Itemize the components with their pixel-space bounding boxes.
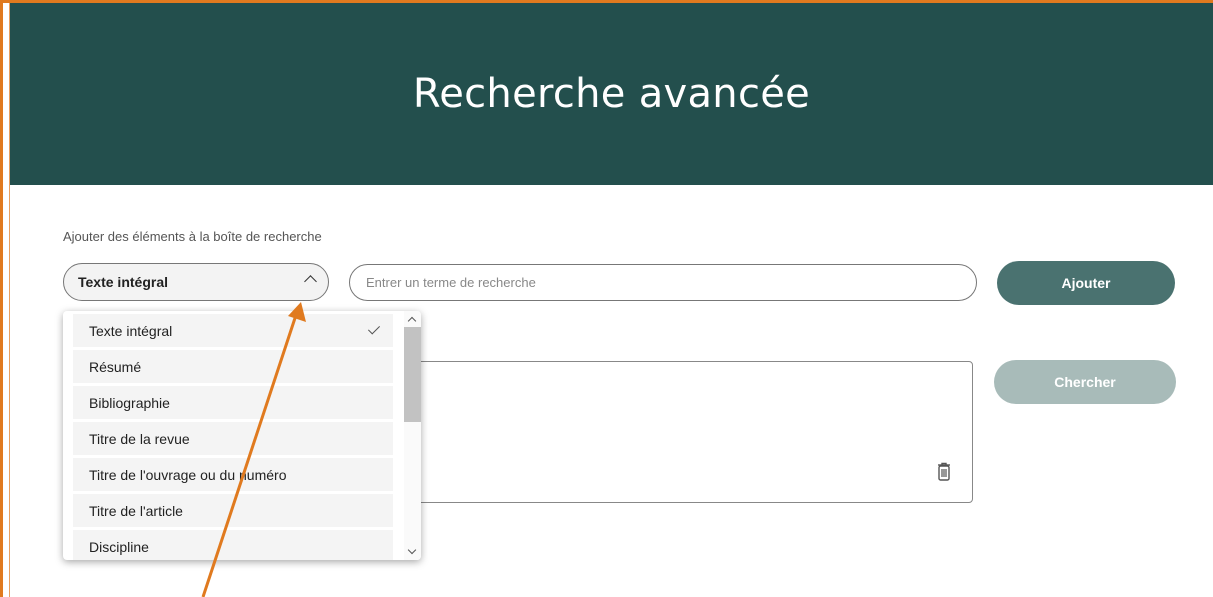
- dropdown-item[interactable]: Texte intégral: [73, 314, 393, 347]
- field-select[interactable]: Texte intégral: [63, 263, 329, 301]
- dropdown-item-label: Résumé: [89, 358, 142, 375]
- add-button[interactable]: Ajouter: [997, 261, 1175, 305]
- frame-border-left: [0, 0, 3, 597]
- dropdown-item[interactable]: Bibliographie: [73, 386, 393, 419]
- dropdown-item-label: Discipline: [89, 538, 149, 555]
- dropdown-item[interactable]: Titre de la revue: [73, 422, 393, 455]
- dropdown-item-label: Texte intégral: [89, 322, 173, 339]
- field-dropdown: Texte intégral Résumé Bibliographie Titr…: [63, 311, 421, 560]
- scroll-up-icon[interactable]: [407, 316, 417, 326]
- page-header: Recherche avancée: [10, 3, 1213, 185]
- dropdown-item-label: Titre de la revue: [89, 430, 190, 447]
- dropdown-item[interactable]: Titre de l'article: [73, 494, 393, 527]
- add-elements-label: Ajouter des éléments à la boîte de reche…: [63, 229, 322, 244]
- dropdown-item-label: Titre de l'ouvrage ou du numéro: [89, 466, 287, 483]
- search-term-input[interactable]: [349, 264, 977, 301]
- dropdown-scrollbar[interactable]: [404, 311, 421, 560]
- chevron-up-icon[interactable]: [304, 275, 317, 288]
- trash-icon[interactable]: [936, 462, 952, 482]
- scrollbar-thumb[interactable]: [404, 327, 421, 422]
- dropdown-list: Texte intégral Résumé Bibliographie Titr…: [63, 311, 403, 560]
- dropdown-item[interactable]: Titre de l'ouvrage ou du numéro: [73, 458, 393, 491]
- page-title: Recherche avancée: [412, 71, 811, 117]
- search-query-box[interactable]: [400, 361, 973, 503]
- check-icon: [367, 322, 381, 335]
- dropdown-item[interactable]: Discipline: [73, 530, 393, 560]
- dropdown-item-label: Titre de l'article: [89, 502, 183, 519]
- field-select-value: Texte intégral: [78, 274, 168, 290]
- search-button[interactable]: Chercher: [994, 360, 1176, 404]
- dropdown-item[interactable]: Résumé: [73, 350, 393, 383]
- dropdown-item-label: Bibliographie: [89, 394, 170, 411]
- scroll-down-icon[interactable]: [407, 545, 417, 555]
